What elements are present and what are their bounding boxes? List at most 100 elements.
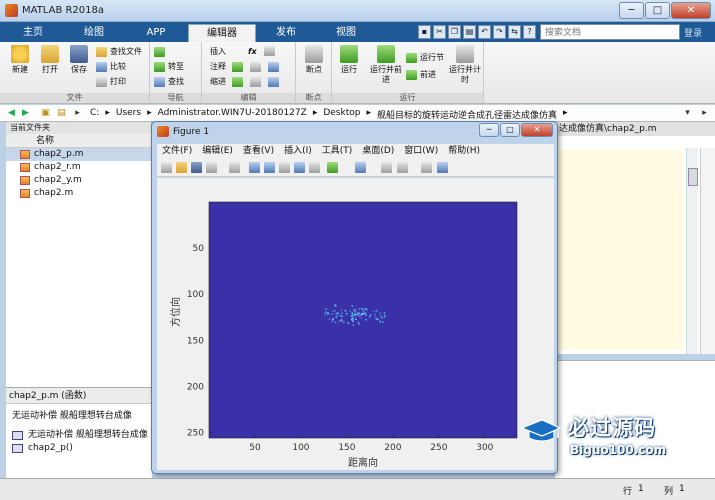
menu-file[interactable]: 文件(F) bbox=[157, 144, 197, 159]
figure-title-bar[interactable]: Figure 1 ─ □ ✕ bbox=[152, 122, 557, 142]
login-link[interactable]: 登录 bbox=[684, 26, 702, 39]
hide-plot-tools-icon[interactable] bbox=[421, 162, 432, 173]
qa-undo-icon[interactable]: ↶ bbox=[478, 25, 491, 39]
zoom-out-icon[interactable] bbox=[264, 162, 275, 173]
legend-icon[interactable] bbox=[397, 162, 408, 173]
smart-indent-icon[interactable] bbox=[232, 76, 246, 88]
comment-button[interactable]: 注释 bbox=[210, 61, 226, 73]
menu-insert[interactable]: 插入(I) bbox=[279, 144, 317, 159]
open-button[interactable]: 打开 bbox=[35, 45, 65, 75]
save-button[interactable]: 保存 bbox=[64, 45, 94, 75]
tab-home[interactable]: 主页 bbox=[8, 24, 58, 42]
minimize-button[interactable]: ─ bbox=[619, 2, 644, 19]
search-documentation-input[interactable] bbox=[540, 24, 680, 40]
breadcrumb-user[interactable]: Administrator.WIN7U-20180127Z bbox=[158, 108, 307, 121]
editor-text-area[interactable] bbox=[557, 150, 683, 350]
compare-button[interactable]: 比较 bbox=[96, 61, 126, 73]
qa-copy-icon[interactable]: ❐ bbox=[448, 25, 461, 39]
menu-edit[interactable]: 编辑(E) bbox=[197, 144, 238, 159]
breadcrumb-users[interactable]: Users bbox=[116, 108, 141, 121]
decrease-indent-icon[interactable] bbox=[268, 76, 282, 88]
back-forward-icon[interactable] bbox=[154, 46, 168, 58]
breadcrumb-project[interactable]: 舰船目标的旋转运动逆合成孔径雷达成像仿真 bbox=[377, 108, 557, 121]
goto-button[interactable]: 转至 bbox=[154, 61, 184, 73]
show-plot-tools-icon[interactable] bbox=[437, 162, 448, 173]
pan-icon[interactable] bbox=[279, 162, 290, 173]
insert-function-icon[interactable] bbox=[264, 45, 278, 57]
data-cursor-icon[interactable] bbox=[309, 162, 320, 173]
tab-editor[interactable]: 编辑器 bbox=[188, 24, 256, 42]
file-item[interactable]: chap2_r.m bbox=[6, 161, 151, 174]
editor-scrollbar[interactable] bbox=[686, 148, 698, 354]
heatmap-cell bbox=[357, 311, 360, 314]
wrap-comments-icon[interactable] bbox=[268, 61, 282, 73]
back-icon[interactable]: ◀ bbox=[6, 107, 17, 119]
qa-paste-icon[interactable]: ▤ bbox=[463, 25, 476, 39]
qa-switch-icon[interactable]: ⇆ bbox=[508, 25, 521, 39]
up-folder-icon[interactable]: ▣ bbox=[40, 107, 51, 119]
figure-maximize-button[interactable]: □ bbox=[500, 123, 520, 137]
rotate-3d-icon[interactable] bbox=[294, 162, 305, 173]
figure-window[interactable]: Figure 1 ─ □ ✕ 文件(F) 编辑(E) 查看(V) 插入(I) 工… bbox=[151, 121, 558, 474]
print-figure-icon[interactable] bbox=[206, 162, 217, 173]
heatmap-cell bbox=[352, 319, 354, 322]
tab-plots[interactable]: 绘图 bbox=[66, 24, 122, 42]
qa-save-icon[interactable]: ▪ bbox=[418, 25, 431, 39]
menu-desktop[interactable]: 桌面(D) bbox=[357, 144, 399, 159]
run-section-button[interactable]: 运行节 bbox=[406, 52, 444, 64]
heatmap-chart[interactable]: 50 100 150 200 250 300 50 100 150 200 250 距离向 方位向 bbox=[157, 178, 554, 470]
run-button[interactable]: 运行 bbox=[334, 45, 364, 75]
path-dropdown-icon[interactable]: ▾ bbox=[682, 107, 693, 119]
increase-indent-icon[interactable] bbox=[250, 76, 264, 88]
details-item[interactable]: 无运动补偿 舰船理想转台成像 bbox=[6, 429, 152, 442]
breadcrumb-drive[interactable]: C: bbox=[90, 108, 99, 121]
browse-folder-icon[interactable]: ▤ bbox=[56, 107, 67, 119]
colorbar-icon[interactable] bbox=[381, 162, 392, 173]
brush-icon[interactable] bbox=[327, 162, 338, 173]
new-figure-icon[interactable] bbox=[161, 162, 172, 173]
tab-view[interactable]: 视图 bbox=[318, 24, 374, 42]
link-plot-icon[interactable] bbox=[355, 162, 366, 173]
maximize-button[interactable]: □ bbox=[645, 2, 670, 19]
tab-apps[interactable]: APP bbox=[128, 24, 184, 42]
fx-button[interactable]: fx bbox=[248, 46, 257, 58]
breakpoints-button[interactable]: 断点 bbox=[299, 45, 329, 75]
file-item[interactable]: chap2.m bbox=[6, 187, 151, 200]
editor-tab[interactable]: 达成像仿真\chap2_p.m bbox=[555, 122, 715, 136]
menu-help[interactable]: 帮助(H) bbox=[443, 144, 485, 159]
uncomment-icon[interactable] bbox=[250, 61, 264, 73]
menu-view[interactable]: 查看(V) bbox=[238, 144, 279, 159]
comment-icon[interactable] bbox=[232, 61, 246, 73]
details-item[interactable]: chap2_p() bbox=[6, 442, 152, 455]
comment-block-icon bbox=[12, 431, 23, 440]
qa-redo-icon[interactable]: ↷ bbox=[493, 25, 506, 39]
find-button[interactable]: 查找 bbox=[154, 76, 184, 88]
path-options-icon[interactable]: ▸ bbox=[699, 107, 710, 119]
run-and-time-button[interactable]: 运行并计时 bbox=[448, 45, 482, 85]
file-item[interactable]: chap2_y.m bbox=[6, 174, 151, 187]
help-icon[interactable]: ? bbox=[523, 25, 536, 39]
scrollbar-thumb[interactable] bbox=[688, 168, 698, 186]
advance-button[interactable]: 前进 bbox=[406, 69, 436, 81]
print-button[interactable]: 打印 bbox=[96, 76, 126, 88]
find-files-button[interactable]: 查找文件 bbox=[96, 46, 142, 58]
file-item[interactable]: chap2_p.m bbox=[6, 148, 151, 161]
indent-button[interactable]: 缩进 bbox=[210, 76, 226, 88]
run-advance-button[interactable]: 运行并前进 bbox=[368, 45, 404, 85]
qa-cut-icon[interactable]: ✂ bbox=[433, 25, 446, 39]
insert-button[interactable]: 插入 bbox=[210, 46, 226, 58]
menu-window[interactable]: 窗口(W) bbox=[399, 144, 443, 159]
close-button[interactable]: ✕ bbox=[671, 2, 711, 19]
breadcrumb-desktop[interactable]: Desktop bbox=[323, 108, 360, 121]
figure-minimize-button[interactable]: ─ bbox=[479, 123, 499, 137]
new-button[interactable]: 新建 bbox=[5, 45, 35, 75]
save-figure-icon[interactable] bbox=[191, 162, 202, 173]
edit-plot-icon[interactable] bbox=[229, 162, 240, 173]
menu-tools[interactable]: 工具(T) bbox=[317, 144, 358, 159]
zoom-in-icon[interactable] bbox=[249, 162, 260, 173]
name-column-header[interactable]: 名称 bbox=[6, 134, 151, 148]
figure-close-button[interactable]: ✕ bbox=[521, 123, 553, 137]
open-file-icon[interactable] bbox=[176, 162, 187, 173]
tab-publish[interactable]: 发布 bbox=[258, 24, 314, 42]
forward-icon[interactable]: ▶ bbox=[20, 107, 31, 119]
